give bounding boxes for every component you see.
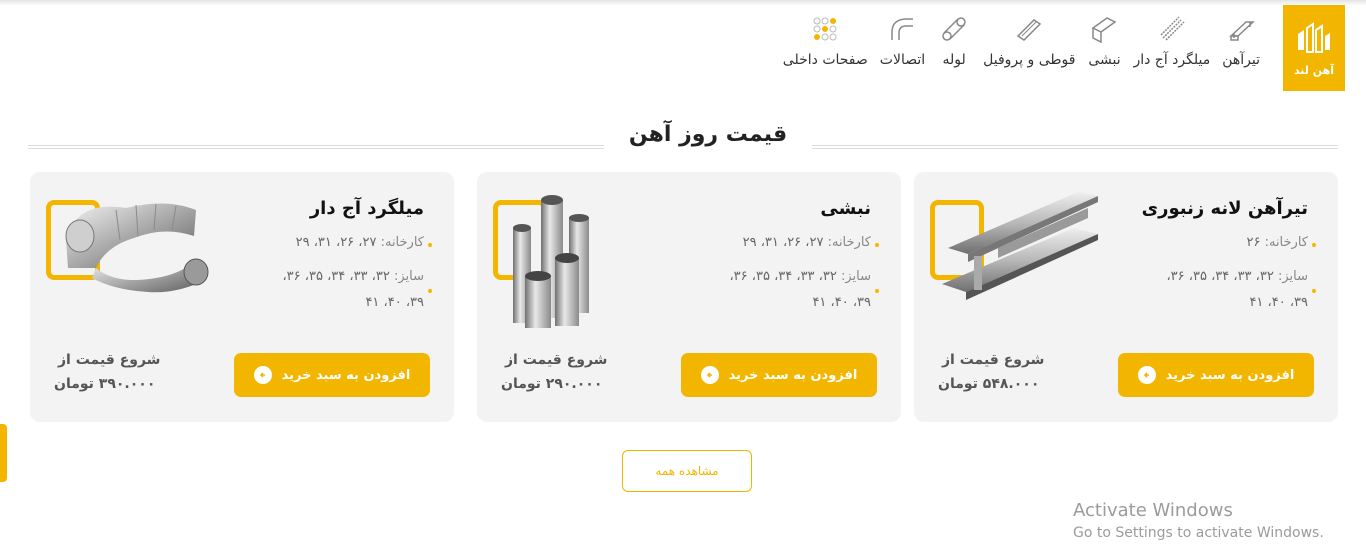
bullet-icon <box>875 243 879 247</box>
add-to-cart-button[interactable]: افزودن به سبد خرید <box>681 353 877 397</box>
pages-icon <box>808 12 842 46</box>
nav-item-beam[interactable]: تیرآهن <box>1216 12 1266 68</box>
size-value: ۳۲، ۳۳، ۳۴، ۳۵، ۳۶، <box>729 269 837 284</box>
nav-item-fitting[interactable]: اتصالات <box>874 12 931 68</box>
angle-icon <box>1087 12 1121 46</box>
price-label: شروع قیمت از <box>942 352 1045 368</box>
nav-item-profile[interactable]: قوطی و پروفیل <box>977 12 1081 68</box>
size-label: سایز: <box>840 269 871 284</box>
price-label: شروع قیمت از <box>505 352 608 368</box>
divider <box>28 145 604 149</box>
factory-value: ۲۶ <box>1246 235 1261 250</box>
product-title: نبشی <box>820 198 871 219</box>
factory-value: ۲۷، ۲۶، ۳۱، ۲۹ <box>295 235 377 250</box>
factory-label: کارخانه: <box>1264 235 1308 250</box>
size-value: ۳۹، ۴۰، ۴۱ <box>812 295 871 310</box>
bullet-icon <box>428 289 432 293</box>
nav-label: قوطی و پروفیل <box>983 52 1076 68</box>
product-card[interactable]: میلگرد آج دار کارخانه: ۲۷، ۲۶، ۳۱، ۲۹ سا… <box>30 172 454 422</box>
side-scroll-tab[interactable] <box>0 424 7 482</box>
nav-label: تیرآهن <box>1222 52 1260 68</box>
windows-activation-watermark: Activate Windows Go to Settings to activ… <box>1073 500 1324 541</box>
brand-logo[interactable]: آهن لند <box>1283 5 1345 91</box>
pipe-icon <box>937 12 971 46</box>
price-value: ۵۴۸.۰۰۰ تومان <box>938 376 1040 392</box>
price-value: ۳۹۰.۰۰۰ تومان <box>54 376 156 392</box>
nav-label: لوله <box>942 52 966 68</box>
view-all-button[interactable]: مشاهده همه <box>622 450 752 492</box>
fitting-image <box>65 203 209 293</box>
watermark-subtitle: Go to Settings to activate Windows. <box>1073 525 1324 541</box>
factory-spec: کارخانه: ۲۷، ۲۶، ۳۱، ۲۹ <box>743 230 871 256</box>
nav-label: میلگرد آج دار <box>1133 52 1211 68</box>
i-beam-icon <box>1224 12 1258 46</box>
price-value: ۲۹۰.۰۰۰ تومان <box>501 376 603 392</box>
bullet-icon <box>875 289 879 293</box>
divider <box>812 145 1338 149</box>
profile-icon <box>1012 12 1046 46</box>
button-label: افزودن به سبد خرید <box>281 367 411 383</box>
button-label: افزودن به سبد خرید <box>728 367 858 383</box>
factory-spec: کارخانه: ۲۶ <box>1246 230 1308 256</box>
size-value: ۳۲، ۳۳، ۳۴، ۳۵، ۳۶، <box>282 269 390 284</box>
button-label: افزودن به سبد خرید <box>1165 367 1295 383</box>
arrow-left-icon <box>253 366 272 384</box>
nav-label: نبشی <box>1088 52 1121 68</box>
rebar-icon <box>1155 12 1189 46</box>
nav-item-pages[interactable]: صفحات داخلی <box>777 12 874 68</box>
arrow-left-icon <box>1137 366 1156 384</box>
add-to-cart-button[interactable]: افزودن به سبد خرید <box>1118 353 1314 397</box>
bullet-icon <box>1312 289 1316 293</box>
product-title: میلگرد آج دار <box>309 198 424 219</box>
nav-label: اتصالات <box>879 52 926 68</box>
arrow-left-icon <box>700 366 719 384</box>
size-spec: سایز: ۳۲، ۳۳، ۳۴، ۳۵، ۳۶، ۳۹، ۴۰، ۴۱ <box>729 264 871 316</box>
nav-label: صفحات داخلی <box>782 52 868 68</box>
factory-spec: کارخانه: ۲۷، ۲۶، ۳۱، ۲۹ <box>296 230 424 256</box>
size-spec: سایز: ۳۲، ۳۳، ۳۴، ۳۵، ۳۶، ۳۹، ۴۰، ۴۱ <box>1166 264 1308 316</box>
bullet-icon <box>1312 243 1316 247</box>
factory-label: کارخانه: <box>380 235 424 250</box>
i-beam-image <box>942 192 1098 300</box>
size-value: ۳۲، ۳۳، ۳۴، ۳۵، ۳۶، <box>1166 269 1274 284</box>
section-header: قیمت روز آهن <box>28 122 1338 152</box>
product-title: تیرآهن لانه زنبوری <box>1141 198 1308 219</box>
pipes-image <box>513 195 589 328</box>
product-card[interactable]: نبشی کارخانه: ۲۷، ۲۶، ۳۱، ۲۹ سایز: ۳۲، ۳… <box>477 172 901 422</box>
size-value: ۳۹، ۴۰، ۴۱ <box>1249 295 1308 310</box>
size-value: ۳۹، ۴۰، ۴۱ <box>365 295 424 310</box>
bullet-icon <box>428 243 432 247</box>
nav-item-rebar[interactable]: میلگرد آج دار <box>1127 12 1216 68</box>
watermark-title: Activate Windows <box>1073 500 1233 521</box>
logo-mark-icon <box>1298 21 1330 53</box>
add-to-cart-button[interactable]: افزودن به سبد خرید <box>234 353 430 397</box>
size-label: سایز: <box>393 269 424 284</box>
section-title: قیمت روز آهن <box>628 122 788 147</box>
nav-item-pipe[interactable]: لوله <box>931 12 977 68</box>
nav-item-angle[interactable]: نبشی <box>1081 12 1127 68</box>
factory-label: کارخانه: <box>827 235 871 250</box>
factory-value: ۲۷، ۲۶، ۳۱، ۲۹ <box>742 235 824 250</box>
header-shadow <box>0 0 1366 6</box>
price-label: شروع قیمت از <box>58 352 161 368</box>
fitting-icon <box>885 12 919 46</box>
category-nav: تیرآهن میلگرد آج دار نبشی قوطی و پروفیل … <box>777 12 1266 68</box>
logo-text: آهن لند <box>1293 63 1335 77</box>
size-spec: سایز: ۳۲، ۳۳، ۳۴، ۳۵، ۳۶، ۳۹، ۴۰، ۴۱ <box>282 264 424 316</box>
product-card[interactable]: تیرآهن لانه زنبوری کارخانه: ۲۶ سایز: ۳۲،… <box>914 172 1338 422</box>
size-label: سایز: <box>1277 269 1308 284</box>
